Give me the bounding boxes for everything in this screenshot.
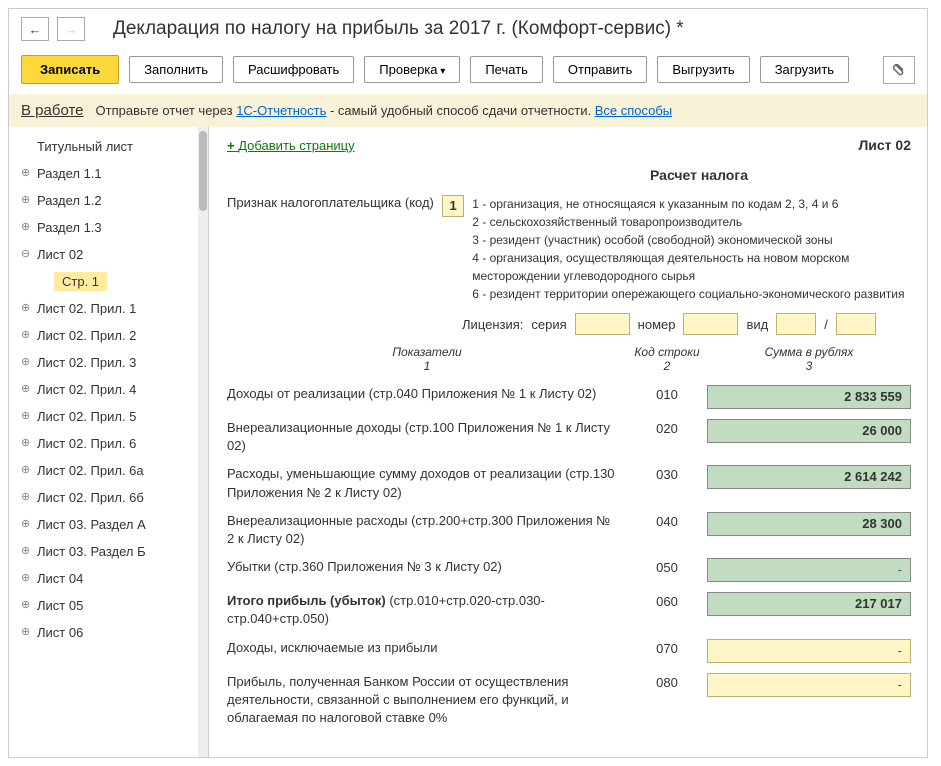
section-title: Расчет налога xyxy=(487,167,911,183)
row-value-input[interactable]: - xyxy=(707,673,911,697)
data-row: Итого прибыль (убыток) (стр.010+стр.020-… xyxy=(227,592,911,628)
sidebar-item[interactable]: Лист 02. Прил. 2 xyxy=(9,322,208,349)
license-number-input[interactable] xyxy=(683,313,738,335)
sidebar-item[interactable]: Лист 02. Прил. 4 xyxy=(9,376,208,403)
sidebar-item[interactable]: Раздел 1.3 xyxy=(9,214,208,241)
row-code: 010 xyxy=(627,385,707,402)
list-label: Лист 02 xyxy=(858,137,911,153)
toolbar: Записать Заполнить Расшифровать Проверка… xyxy=(9,49,927,94)
fill-button[interactable]: Заполнить xyxy=(129,56,223,83)
row-label: Убытки (стр.360 Приложения № 3 к Листу 0… xyxy=(227,558,627,576)
row-value-input[interactable]: - xyxy=(707,558,911,582)
sidebar-item[interactable]: Лист 02 xyxy=(9,241,208,268)
row-value-input[interactable]: 26 000 xyxy=(707,419,911,443)
row-label: Внереализационные доходы (стр.100 Прилож… xyxy=(227,419,627,455)
row-label: Прибыль, полученная Банком России от осу… xyxy=(227,673,627,728)
row-value-input[interactable]: 217 017 xyxy=(707,592,911,616)
license-type-input[interactable] xyxy=(776,313,816,335)
sidebar-item[interactable]: Лист 06 xyxy=(9,619,208,646)
sidebar-item[interactable]: Лист 02. Прил. 6 xyxy=(9,430,208,457)
sidebar-item[interactable]: Лист 02. Прил. 1 xyxy=(9,295,208,322)
data-row: Доходы от реализации (стр.040 Приложения… xyxy=(227,385,911,409)
row-label: Доходы от реализации (стр.040 Приложения… xyxy=(227,385,627,403)
taxpayer-label: Признак налогоплательщика (код) xyxy=(227,195,434,210)
add-page-link[interactable]: Добавить страницу xyxy=(227,138,355,153)
row-label: Итого прибыль (убыток) (стр.010+стр.020-… xyxy=(227,592,627,628)
sidebar: Титульный листРаздел 1.1Раздел 1.2Раздел… xyxy=(9,127,209,757)
table-header: Показатели1 Код строки2 Сумма в рублях3 xyxy=(227,345,911,373)
attach-icon[interactable] xyxy=(883,56,915,84)
sidebar-item[interactable]: Лист 02. Прил. 3 xyxy=(9,349,208,376)
header: ← → Декларация по налогу на прибыль за 2… xyxy=(9,9,927,49)
row-label: Внереализационные расходы (стр.200+стр.3… xyxy=(227,512,627,548)
sidebar-item[interactable]: Лист 05 xyxy=(9,592,208,619)
print-button[interactable]: Печать xyxy=(470,56,543,83)
page-title: Декларация по налогу на прибыль за 2017 … xyxy=(113,18,684,40)
nav-back-button[interactable]: ← xyxy=(21,17,49,41)
info-bar: В работе Отправьте отчет через 1С-Отчетн… xyxy=(9,94,927,127)
row-code: 060 xyxy=(627,592,707,609)
data-row: Убытки (стр.360 Приложения № 3 к Листу 0… xyxy=(227,558,911,582)
import-button[interactable]: Загрузить xyxy=(760,56,849,83)
status-label[interactable]: В работе xyxy=(21,102,84,119)
sidebar-item[interactable]: Лист 02. Прил. 6б xyxy=(9,484,208,511)
row-code: 080 xyxy=(627,673,707,690)
save-button[interactable]: Записать xyxy=(21,55,119,84)
link-all[interactable]: Все способы xyxy=(595,103,672,118)
row-code: 050 xyxy=(627,558,707,575)
check-button[interactable]: Проверка xyxy=(364,56,460,83)
link-1c[interactable]: 1С-Отчетность xyxy=(236,103,326,118)
data-row: Расходы, уменьшающие сумму доходов от ре… xyxy=(227,465,911,501)
row-code: 030 xyxy=(627,465,707,482)
decode-button[interactable]: Расшифровать xyxy=(233,56,354,83)
row-code: 070 xyxy=(627,639,707,656)
row-label: Доходы, исключаемые из прибыли xyxy=(227,639,627,657)
export-button[interactable]: Выгрузить xyxy=(657,56,749,83)
license-row: Лицензия: серия номер вид / xyxy=(462,313,911,335)
sidebar-scrollbar[interactable] xyxy=(198,127,208,757)
row-value-input[interactable]: 28 300 xyxy=(707,512,911,536)
sidebar-item[interactable]: Лист 02. Прил. 5 xyxy=(9,403,208,430)
row-label: Расходы, уменьшающие сумму доходов от ре… xyxy=(227,465,627,501)
sidebar-item[interactable]: Лист 03. Раздел Б xyxy=(9,538,208,565)
row-value-input[interactable]: 2 833 559 xyxy=(707,385,911,409)
sidebar-item[interactable]: Стр. 1 xyxy=(9,268,208,295)
sidebar-item[interactable]: Раздел 1.2 xyxy=(9,187,208,214)
row-value-input[interactable]: 2 614 242 xyxy=(707,465,911,489)
sidebar-item[interactable]: Лист 02. Прил. 6а xyxy=(9,457,208,484)
data-row: Внереализационные расходы (стр.200+стр.3… xyxy=(227,512,911,548)
row-value-input[interactable]: - xyxy=(707,639,911,663)
content: Добавить страницу Лист 02 Расчет налога … xyxy=(209,127,927,757)
taxpayer-legend: 1 - организация, не относящаяся к указан… xyxy=(472,195,911,303)
license-series-input[interactable] xyxy=(575,313,630,335)
sidebar-item[interactable]: Раздел 1.1 xyxy=(9,160,208,187)
send-button[interactable]: Отправить xyxy=(553,56,647,83)
data-row: Внереализационные доходы (стр.100 Прилож… xyxy=(227,419,911,455)
taxpayer-code-input[interactable]: 1 xyxy=(442,195,464,217)
row-code: 020 xyxy=(627,419,707,436)
license-type2-input[interactable] xyxy=(836,313,876,335)
row-code: 040 xyxy=(627,512,707,529)
data-row: Прибыль, полученная Банком России от осу… xyxy=(227,673,911,728)
data-row: Доходы, исключаемые из прибыли070- xyxy=(227,639,911,663)
info-text: Отправьте отчет через 1С-Отчетность - са… xyxy=(96,103,673,118)
nav-forward-button[interactable]: → xyxy=(57,17,85,41)
sidebar-item[interactable]: Лист 04 xyxy=(9,565,208,592)
sidebar-item[interactable]: Титульный лист xyxy=(9,133,208,160)
sidebar-item[interactable]: Лист 03. Раздел А xyxy=(9,511,208,538)
